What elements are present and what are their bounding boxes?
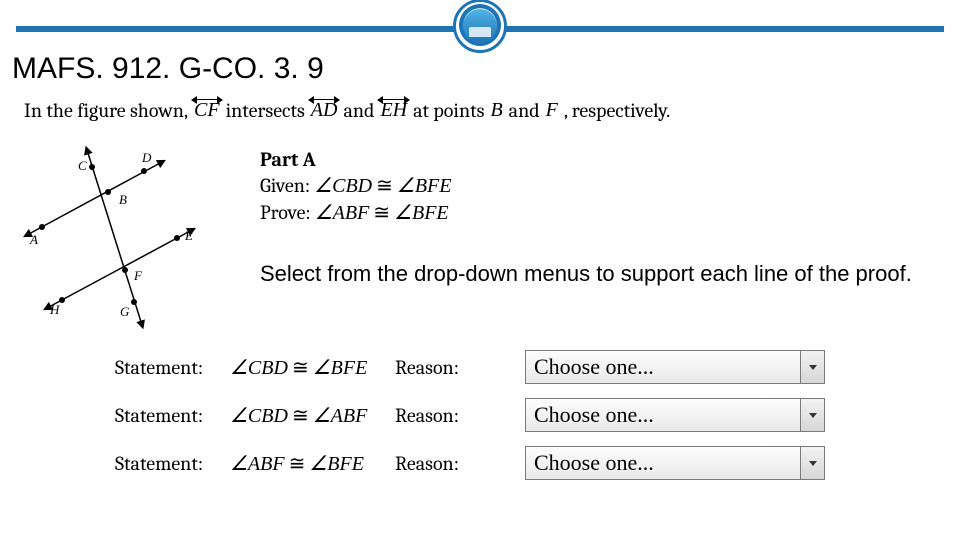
instruction-text: Select from the drop-down menus to suppo… (260, 260, 940, 288)
line-over-icon (192, 94, 222, 104)
given-label: Given: (260, 174, 310, 197)
proof-table: Statement: ∠CBD ≅ ∠BFE Reason: Choose on… (115, 350, 935, 494)
prove-label: Prove: (260, 201, 311, 224)
dropdown-value: Choose one... (534, 450, 654, 476)
given-rhs: ∠BFE (397, 173, 452, 198)
line-over-icon (309, 94, 340, 104)
line-over-icon (378, 94, 409, 104)
logo-inner-icon (463, 9, 497, 43)
statement-lhs: ∠ABF (230, 451, 285, 476)
prove-rhs: ∠BFE (394, 200, 449, 225)
statement-rhs: ∠BFE (309, 451, 364, 476)
fig-label-B: B (119, 192, 127, 207)
statement-lhs: ∠CBD (230, 403, 288, 428)
proof-row: Statement: ∠CBD ≅ ∠ABF Reason: Choose on… (115, 398, 935, 432)
proof-row: Statement: ∠CBD ≅ ∠BFE Reason: Choose on… (115, 350, 935, 384)
congruent-symbol: ≅ (292, 403, 309, 428)
district-logo (453, 0, 507, 53)
chevron-down-icon (800, 351, 824, 383)
point-F: F (546, 99, 558, 122)
stem-text-2: intersects (226, 99, 305, 122)
statement-lhs: ∠CBD (230, 355, 288, 380)
geometry-figure: A B C D E F H G (12, 140, 222, 330)
stem-text-3: and (343, 99, 374, 122)
standard-code: MAFS. 912. G-CO. 3. 9 (12, 52, 324, 86)
reason-dropdown-2[interactable]: Choose one... (525, 398, 825, 432)
stem-text-6: , respectively. (564, 99, 670, 122)
statement-label: Statement: (115, 404, 230, 427)
fig-label-D: D (141, 150, 152, 165)
segment-AD: AD (311, 98, 338, 122)
given-lhs: ∠CBD (314, 173, 372, 198)
reason-label: Reason: (395, 452, 485, 475)
fig-label-C: C (78, 158, 87, 173)
dropdown-value: Choose one... (534, 402, 654, 428)
slide-header (0, 0, 960, 52)
statement-rhs: ∠ABF (313, 403, 368, 428)
statement-rhs: ∠BFE (313, 355, 368, 380)
reason-dropdown-1[interactable]: Choose one... (525, 350, 825, 384)
stem-text-4: at points (413, 99, 484, 122)
fig-label-E: E (184, 228, 193, 243)
congruent-symbol: ≅ (373, 200, 390, 225)
statement-label: Statement: (115, 452, 230, 475)
problem-stem: In the figure shown, CF intersects AD an… (24, 98, 670, 122)
point-B: B (490, 99, 502, 122)
segment-EH: EH (380, 98, 407, 122)
chevron-down-icon (800, 447, 824, 479)
part-a-title: Part A (260, 148, 451, 171)
fig-label-G: G (120, 304, 130, 319)
statement-label: Statement: (115, 356, 230, 379)
congruent-symbol: ≅ (289, 451, 306, 476)
stem-text-5: and (509, 99, 540, 122)
prove-lhs: ∠ABF (315, 200, 370, 225)
stem-text-1: In the figure shown, (24, 99, 188, 122)
proof-row: Statement: ∠ABF ≅ ∠BFE Reason: Choose on… (115, 446, 935, 480)
reason-label: Reason: (395, 404, 485, 427)
fig-label-A: A (29, 232, 38, 247)
fig-label-F: F (133, 268, 143, 283)
part-a-block: Part A Given: ∠CBD ≅ ∠BFE Prove: ∠ABF ≅ … (260, 148, 451, 227)
reason-label: Reason: (395, 356, 485, 379)
congruent-symbol: ≅ (376, 173, 393, 198)
fig-label-H: H (49, 302, 60, 317)
reason-dropdown-3[interactable]: Choose one... (525, 446, 825, 480)
chevron-down-icon (800, 399, 824, 431)
segment-CF: CF (194, 98, 220, 122)
dropdown-value: Choose one... (534, 354, 654, 380)
congruent-symbol: ≅ (292, 355, 309, 380)
